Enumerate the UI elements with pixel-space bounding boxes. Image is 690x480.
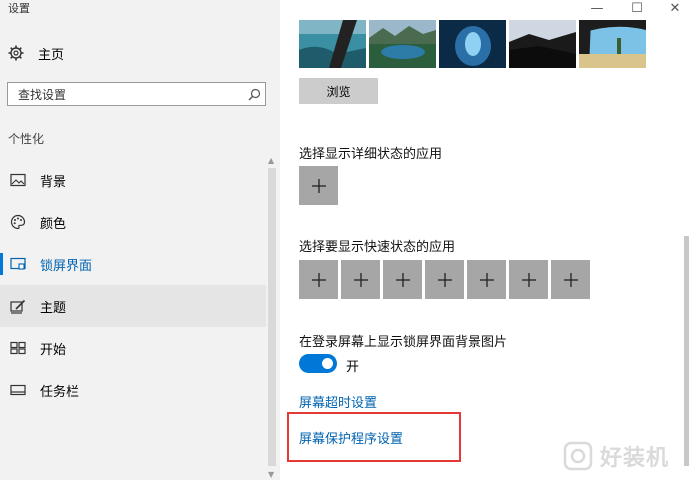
maximize-button[interactable]: ☐: [620, 0, 654, 16]
home-label: 主页: [38, 47, 65, 63]
plus-icon: [437, 272, 452, 287]
sidebar-item-background[interactable]: 背景: [0, 159, 266, 201]
sidebar-item-themes[interactable]: 主题: [0, 285, 266, 327]
plus-icon: [395, 272, 410, 287]
sidebar-item-start[interactable]: 开始: [0, 327, 266, 369]
browse-button[interactable]: 浏览: [299, 78, 378, 104]
sidebar-item-label: 锁屏界面: [40, 258, 93, 274]
add-quick-status-app-button-1[interactable]: [299, 260, 338, 299]
add-quick-status-app-button-2[interactable]: [341, 260, 380, 299]
start-icon: [10, 340, 26, 356]
sidebar-item-label: 主题: [40, 300, 67, 316]
image-icon: [10, 172, 26, 188]
sidebar-scroll-down-icon[interactable]: ▼: [268, 470, 274, 479]
screen-timeout-settings-link[interactable]: 屏幕超时设置: [299, 392, 377, 411]
gear-icon: [8, 45, 24, 61]
minimize-button[interactable]: —: [580, 0, 614, 16]
recent-image-3[interactable]: [439, 20, 506, 68]
watermark: 好装机: [562, 436, 688, 476]
home-nav-item[interactable]: 主页: [8, 42, 208, 64]
sidebar-item-colors[interactable]: 颜色: [0, 201, 266, 243]
plus-icon: [311, 178, 326, 193]
quick-status-heading: 选择要显示快速状态的应用: [299, 240, 456, 255]
sidebar-item-taskbar[interactable]: 任务栏: [0, 369, 266, 411]
main-scrollbar[interactable]: [684, 236, 689, 466]
highlight-annotation-box: [287, 412, 461, 462]
section-label: 个性化: [8, 132, 45, 146]
sidebar-scrollbar[interactable]: [268, 168, 276, 466]
add-quick-status-app-button-4[interactable]: [425, 260, 464, 299]
recent-image-1[interactable]: [299, 20, 366, 68]
add-detailed-status-app-button[interactable]: [299, 166, 338, 205]
recent-image-5[interactable]: [579, 20, 646, 68]
add-quick-status-app-button-6[interactable]: [509, 260, 548, 299]
palette-icon: [10, 214, 26, 230]
sidebar-item-label: 开始: [40, 342, 67, 358]
sidebar-item-label: 颜色: [40, 216, 67, 232]
toggle-knob: [322, 358, 333, 369]
detailed-status-heading: 选择显示详细状态的应用: [299, 147, 443, 162]
watermark-text: 好装机: [600, 446, 670, 471]
search-input[interactable]: 查找设置: [18, 86, 243, 103]
add-quick-status-app-button-3[interactable]: [383, 260, 422, 299]
sidebar-item-lock-screen[interactable]: 锁屏界面: [0, 243, 266, 285]
toggle-state-label: 开: [346, 360, 360, 375]
theme-icon: [10, 298, 26, 314]
window-title: 设置: [8, 2, 30, 15]
lock-screen-icon: [10, 256, 26, 272]
add-quick-status-app-button-5[interactable]: [467, 260, 506, 299]
sidebar-item-label: 任务栏: [40, 384, 80, 400]
recent-image-4[interactable]: [509, 20, 576, 68]
taskbar-icon: [10, 382, 26, 398]
close-button[interactable]: ✕: [658, 0, 690, 16]
show-background-heading: 在登录屏幕上显示锁屏界面背景图片: [299, 335, 508, 350]
plus-icon: [311, 272, 326, 287]
plus-icon: [563, 272, 578, 287]
search-icon[interactable]: [243, 88, 265, 101]
plus-icon: [353, 272, 368, 287]
plus-icon: [521, 272, 536, 287]
sidebar-scroll-up-icon[interactable]: ▲: [268, 156, 274, 165]
search-field[interactable]: 查找设置: [7, 82, 266, 106]
sidebar-item-label: 背景: [40, 174, 67, 190]
plus-icon: [479, 272, 494, 287]
add-quick-status-app-button-7[interactable]: [551, 260, 590, 299]
show-background-toggle[interactable]: [299, 354, 337, 373]
watermark-logo-icon: [563, 441, 593, 471]
recent-image-2[interactable]: [369, 20, 436, 68]
